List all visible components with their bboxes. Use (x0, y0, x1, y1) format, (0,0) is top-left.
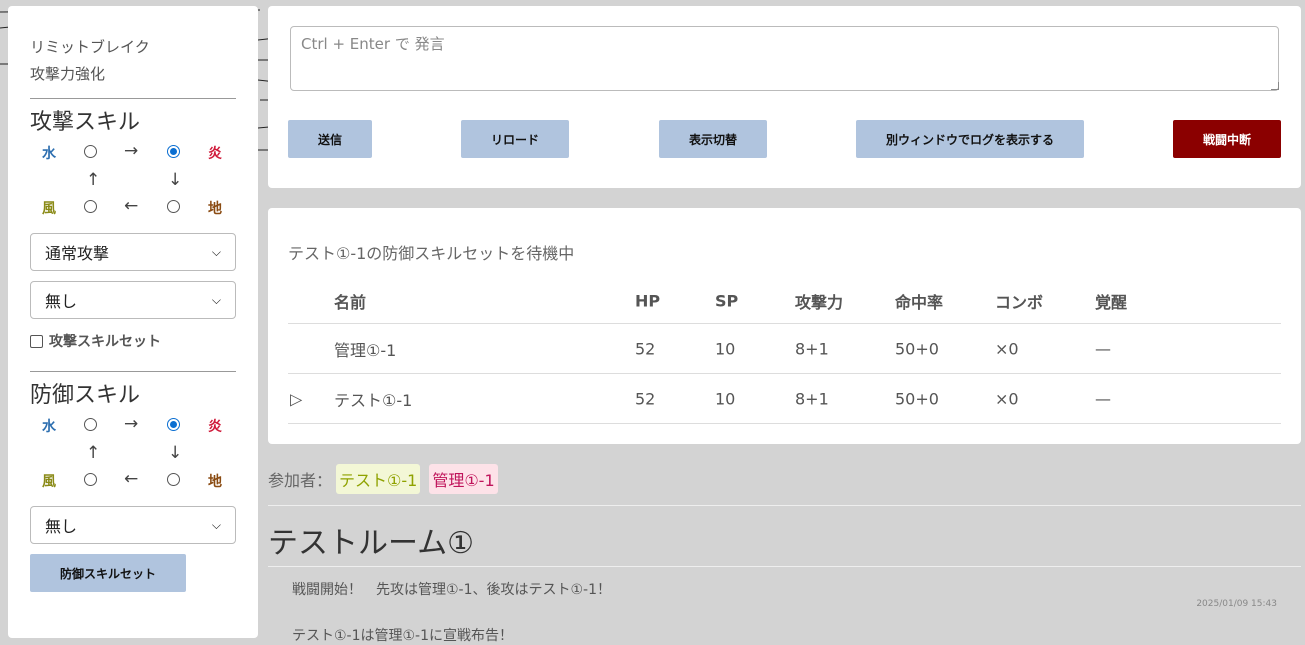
cell-name: 管理①-1 (334, 340, 397, 360)
attack-skill-title: 攻撃スキル (30, 110, 141, 135)
log-entry: テスト①-1は管理①-1に宣戦布告！ (292, 628, 514, 644)
table-row: 管理①-1 52 10 8+1 50+0 ×0 — (288, 324, 1281, 374)
participants: 参加者： テスト①-1 管理①-1 (268, 464, 498, 494)
element-earth-label: 地 (208, 201, 222, 217)
attack-radio-fire[interactable] (167, 145, 180, 158)
column-header: コンボ (995, 292, 1044, 312)
table-header: 名前 HP SP 攻撃力 命中率 コンボ 覚醒 (288, 278, 1281, 324)
element-fire-label: 炎 (208, 419, 222, 435)
cell-attack: 8+1 (795, 339, 829, 358)
element-fire-label: 炎 (208, 146, 222, 162)
abort-battle-button[interactable]: 戦闘中断 (1173, 120, 1281, 158)
cell-sp: 10 (715, 389, 736, 408)
skill-panel: リミットブレイク 攻撃力強化 攻撃スキル 水 → 炎 ↑ ↓ 風 ← 地 通常攻… (8, 6, 258, 638)
chevron-down-icon: ⌵ (211, 517, 221, 532)
element-wind-label: 風 (42, 201, 56, 217)
combatant-table: 名前 HP SP 攻撃力 命中率 コンボ 覚醒 管理①-1 52 10 8+1 … (288, 278, 1281, 424)
attack-skill-set-checkbox[interactable] (30, 334, 43, 348)
defense-skill-select-value: 無し (45, 517, 78, 536)
attack-skill-select[interactable]: 通常攻撃 ⌵ (30, 233, 236, 271)
defense-radio-water[interactable] (84, 418, 97, 431)
cell-awakening: — (1095, 339, 1111, 358)
status-limit-break: リミットブレイク (30, 38, 150, 56)
defense-radio-wind[interactable] (84, 473, 97, 486)
arrow-down-icon: ↓ (168, 443, 183, 463)
attack-radio-earth[interactable] (167, 200, 180, 213)
composer-card: Ctrl + Enter で 発言 送信 リロード 表示切替 別ウィンドウでログ… (268, 6, 1301, 188)
defense-skill-set-button[interactable]: 防御スキルセット (30, 554, 186, 592)
status-attack-up: 攻撃力強化 (30, 65, 106, 83)
column-header: 攻撃力 (795, 292, 844, 312)
defense-skill-select[interactable]: 無し ⌵ (30, 506, 236, 544)
column-header: HP (635, 291, 661, 310)
room-title: テストルーム① (268, 526, 474, 561)
attack-radio-wind[interactable] (84, 200, 97, 213)
divider (30, 98, 236, 99)
participant-chip[interactable]: テスト①-1 (336, 464, 421, 494)
attack-skill-set-checkbox-row[interactable]: 攻撃スキルセット (30, 331, 236, 351)
defense-radio-fire[interactable] (167, 418, 180, 431)
cell-name: テスト①-1 (334, 390, 413, 410)
toggle-display-button[interactable]: 表示切替 (659, 120, 767, 158)
attack-element-selector: 水 → 炎 ↑ ↓ 風 ← 地 (30, 143, 236, 223)
send-button[interactable]: 送信 (288, 120, 372, 158)
attack-skill-select-value: 通常攻撃 (45, 244, 110, 263)
divider (268, 505, 1301, 506)
reload-button[interactable]: リロード (461, 120, 569, 158)
cell-awakening: — (1095, 389, 1111, 408)
log-timestamp: 2025/01/09 15:43 (1196, 599, 1277, 609)
arrow-down-icon: ↓ (168, 170, 183, 190)
cell-accuracy: 50+0 (895, 389, 939, 408)
divider (268, 566, 1301, 567)
battle-status-card: テスト①-1の防御スキルセットを待機中 名前 HP SP 攻撃力 命中率 コンボ… (268, 208, 1301, 444)
table-row: ▷ テスト①-1 52 10 8+1 50+0 ×0 — (288, 374, 1281, 424)
arrow-right-icon: → (124, 141, 139, 161)
participant-chip[interactable]: 管理①-1 (429, 464, 498, 494)
chevron-down-icon: ⌵ (211, 292, 221, 307)
element-earth-label: 地 (208, 474, 222, 490)
resize-grip-icon[interactable] (1271, 82, 1279, 90)
defense-skill-title: 防御スキル (30, 383, 141, 408)
divider (30, 371, 236, 372)
message-input[interactable]: Ctrl + Enter で 発言 (290, 26, 1279, 91)
arrow-up-icon: ↑ (86, 443, 101, 463)
attack-radio-water[interactable] (84, 145, 97, 158)
cell-combo: ×0 (995, 339, 1019, 358)
cell-attack: 8+1 (795, 389, 829, 408)
log-entry: 戦闘開始！ 先攻は管理①-1、後攻はテスト①-1！ (292, 582, 612, 598)
cell-combo: ×0 (995, 389, 1019, 408)
element-water-label: 水 (42, 419, 56, 435)
waiting-message: テスト①-1の防御スキルセットを待機中 (288, 244, 575, 263)
defense-element-selector: 水 → 炎 ↑ ↓ 風 ← 地 (30, 416, 236, 496)
cell-accuracy: 50+0 (895, 339, 939, 358)
arrow-left-icon: ← (124, 196, 139, 216)
cell-hp: 52 (635, 389, 656, 408)
arrow-left-icon: ← (124, 469, 139, 489)
element-water-label: 水 (42, 146, 56, 162)
chevron-down-icon: ⌵ (211, 244, 221, 259)
attack-sub-select[interactable]: 無し ⌵ (30, 281, 236, 319)
column-header: SP (715, 291, 739, 310)
cell-hp: 52 (635, 339, 656, 358)
column-header: 名前 (334, 292, 367, 312)
element-wind-label: 風 (42, 474, 56, 490)
turn-marker-icon: ▷ (290, 389, 303, 408)
defense-radio-earth[interactable] (167, 473, 180, 486)
open-log-window-button[interactable]: 別ウィンドウでログを表示する (856, 120, 1084, 158)
participants-label: 参加者： (268, 471, 333, 490)
arrow-right-icon: → (124, 414, 139, 434)
arrow-up-icon: ↑ (86, 170, 101, 190)
attack-skill-set-label: 攻撃スキルセット (49, 334, 161, 350)
attack-sub-select-value: 無し (45, 292, 78, 311)
cell-sp: 10 (715, 339, 736, 358)
column-header: 命中率 (895, 292, 944, 312)
column-header: 覚醒 (1095, 292, 1128, 312)
